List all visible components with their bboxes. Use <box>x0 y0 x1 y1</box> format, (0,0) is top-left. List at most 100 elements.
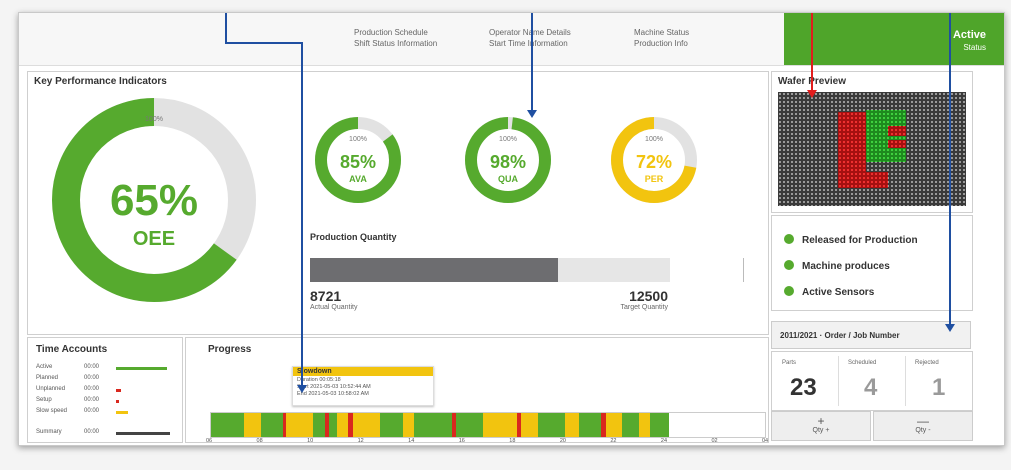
pointer-line <box>949 13 951 325</box>
timeline-segment[interactable] <box>455 413 484 437</box>
time-account-name: Planned <box>36 375 59 381</box>
timeline-segment[interactable] <box>260 413 283 437</box>
timeline-segment[interactable] <box>402 413 414 437</box>
time-account-row: Setup 00:00 <box>36 397 176 403</box>
pointer-arrow <box>807 90 817 98</box>
timeline-tick-label: 20 <box>559 438 566 444</box>
timeline-segment[interactable] <box>244 413 261 437</box>
timeline-segment[interactable] <box>285 413 314 437</box>
timeline-segment[interactable] <box>521 413 538 437</box>
timeline-segment[interactable] <box>650 413 670 437</box>
quantity-plus-button[interactable]: + Qty + <box>771 411 871 441</box>
top-info-line: Production Schedule <box>354 28 428 37</box>
timeline-tick-label: 04 <box>762 438 769 444</box>
target-quantity-value: 12500 <box>629 288 668 304</box>
timeline-segment[interactable] <box>579 413 602 437</box>
pointer-arrow <box>945 324 955 332</box>
machine-status-indicator[interactable]: Active Status <box>784 13 1004 65</box>
quantity-title: Production Quantity <box>310 232 397 242</box>
counter-parts-value: 23 <box>790 374 817 401</box>
timeline-segment[interactable] <box>413 413 453 437</box>
tooltip-line: End 2021-05-03 10:58:02 AM <box>297 391 369 397</box>
top-info-line: Shift Status Information <box>354 39 438 48</box>
timeline-segment[interactable] <box>605 413 623 437</box>
time-account-row: Planned 00:00 <box>36 375 176 381</box>
time-account-row: Slow speed 00:00 <box>36 408 176 414</box>
timeline-segment[interactable] <box>565 413 580 437</box>
timeline-segment[interactable] <box>211 413 245 437</box>
counter-divider <box>838 356 839 406</box>
oee-value: 65% <box>109 176 199 225</box>
top-info-machine: Machine Status Production Info <box>634 27 689 49</box>
tooltip-line: Duration 00:05:18 <box>297 377 341 383</box>
pointer-line <box>811 13 813 91</box>
oee-label: OEE <box>132 228 176 250</box>
time-account-name: Setup <box>36 397 52 403</box>
pointer-arrow <box>297 385 307 393</box>
tooltip-body: Duration 00:05:18 Start 2021-05-03 10:52… <box>293 376 433 399</box>
timeline-tick-label: 10 <box>307 438 314 444</box>
quantity-minus-button[interactable]: — Qty - <box>873 411 973 441</box>
top-info-line: Machine Status <box>634 28 690 37</box>
timeline-tick-label: 08 <box>256 438 263 444</box>
timeline-tick-label: 24 <box>660 438 668 444</box>
legend-item: Machine produces <box>784 260 890 272</box>
timeline-segment[interactable] <box>380 413 403 437</box>
minus-icon: — <box>917 414 929 428</box>
timeline-segment[interactable] <box>639 413 651 437</box>
availability-value: 85% <box>339 152 377 172</box>
production-timeline[interactable] <box>210 412 766 438</box>
timeline-segment[interactable] <box>622 413 640 437</box>
time-account-name: Slow speed <box>36 408 68 414</box>
time-account-bar <box>116 432 170 435</box>
wafer-map-red-zone <box>888 126 906 136</box>
wafer-map-red-zone <box>838 112 866 172</box>
time-account-value: 00:00 <box>84 364 100 370</box>
availability-label: AVA <box>349 174 367 184</box>
quality-value: 98% <box>489 152 527 172</box>
timeline-segment[interactable] <box>328 413 338 437</box>
order-selector[interactable]: 2011/2021 · Order / Job Number <box>771 321 971 349</box>
time-accounts-title: Time Accounts <box>36 344 108 355</box>
status-label: Active <box>952 29 986 41</box>
performance-label: PER <box>644 174 664 184</box>
top-info-line: Start Time Information <box>489 39 568 48</box>
pointer-line <box>531 13 533 111</box>
time-account-name: Active <box>36 364 53 370</box>
legend-label: Machine produces <box>802 261 890 272</box>
wafer-map-image[interactable] <box>778 92 966 206</box>
quantity-plus-label: Qty + <box>812 427 830 434</box>
quality-label: QUA <box>498 174 518 184</box>
timeline-tick-label: 14 <box>408 438 415 444</box>
time-account-value: 00:00 <box>84 386 100 392</box>
timeline-tooltip: Slowdown Duration 00:05:18 Start 2021-05… <box>292 366 434 406</box>
timeline-segment[interactable] <box>669 413 748 437</box>
pointer-line <box>225 42 301 44</box>
time-account-bar <box>116 389 121 392</box>
actual-quantity-value: 8721 <box>310 288 342 304</box>
timeline-segment[interactable] <box>352 413 381 437</box>
timeline-tick-label: 18 <box>509 438 516 444</box>
counter-divider <box>905 356 906 406</box>
green-status-dot <box>784 286 794 296</box>
timeline-segment[interactable] <box>337 413 349 437</box>
kpi-title: Key Performance Indicators <box>34 76 167 87</box>
time-account-bar <box>116 411 128 414</box>
timeline-tick-label: 22 <box>610 438 617 444</box>
dashboard-window: Production Schedule Shift Status Informa… <box>18 12 1005 446</box>
timeline-segment[interactable] <box>483 413 517 437</box>
wafer-map-red-zone <box>838 172 888 188</box>
quality-caption: 100% <box>499 136 517 143</box>
timeline-segment[interactable] <box>313 413 325 437</box>
target-quantity-label: Target Quantity <box>620 304 668 311</box>
kpi-panel: Key Performance Indicators 100% 65% OEE … <box>27 71 769 335</box>
quantity-target-marker <box>743 258 744 282</box>
timeline-segment[interactable] <box>537 413 566 437</box>
quantity-minus-label: Qty - <box>915 427 931 434</box>
counter-rejected-value: 1 <box>932 374 946 401</box>
counter-rejected-label: Rejected <box>915 360 939 366</box>
time-account-row: Unplanned 00:00 <box>36 386 176 392</box>
progress-title: Progress <box>208 344 252 355</box>
top-info-schedule: Production Schedule Shift Status Informa… <box>354 27 437 49</box>
oee-caption: 100% <box>145 116 163 123</box>
